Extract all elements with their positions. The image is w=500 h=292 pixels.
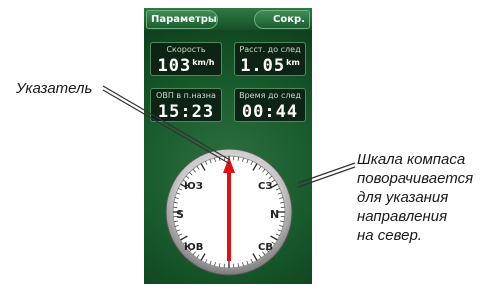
dial-callout-line-2 [297,166,356,188]
dial-callout-line-text-1: Шкала компаса [357,151,466,168]
pointer-callout-line [102,85,231,161]
dial-callout-line-text-2: поворачивается [357,170,474,187]
pointer-callout-line-2 [102,89,231,165]
dial-callout-line-text-3: для указания [357,189,449,206]
callout-lines [102,85,356,188]
dial-callout-line-text-4: направления [357,208,448,225]
pointer-callout: Указатель [16,80,93,97]
dial-callout-line [297,162,356,184]
dial-callout-line-text-5: на север. [357,227,422,244]
dial-callout: Шкала компаса поворачивается для указани… [357,150,500,245]
